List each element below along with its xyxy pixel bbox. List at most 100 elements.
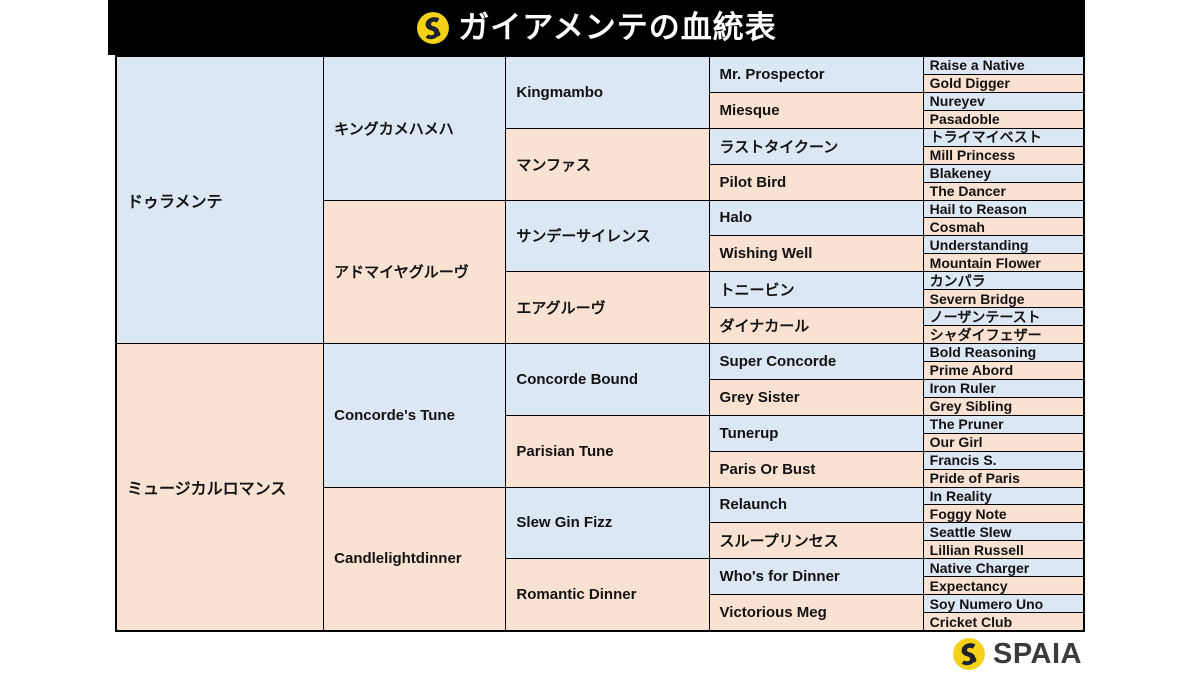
pedigree-cell: ダイナカール <box>709 308 924 344</box>
pedigree-cell: Candlelightdinner <box>324 487 507 630</box>
pedigree-cell: ドゥラメンテ <box>117 57 325 344</box>
pedigree-cell: Hail to Reason <box>923 200 1083 219</box>
pedigree-cell: Pilot Bird <box>709 164 924 201</box>
spaia-swirl-icon <box>952 637 986 671</box>
horse-name: Paris Or Bust <box>719 460 816 478</box>
pedigree-cell: Relaunch <box>709 487 924 524</box>
horse-name: エアグルーヴ <box>516 300 606 318</box>
horse-name: Parisian Tune <box>516 442 614 460</box>
pedigree-cell: Kingmambo <box>506 57 710 129</box>
horse-name: Halo <box>719 209 753 227</box>
horse-name: Mr. Prospector <box>719 65 825 83</box>
pedigree-cell: スループリンセス <box>709 523 924 560</box>
horse-name: Expectancy <box>929 577 1008 594</box>
horse-name: トライマイベスト <box>929 129 1042 146</box>
horse-name: Super Concorde <box>719 352 837 370</box>
horse-name: ミュージカルロマンス <box>127 481 287 498</box>
horse-name: Soy Numero Uno <box>929 595 1044 612</box>
spaia-swirl-icon <box>416 11 450 45</box>
pedigree-cell: Prime Abord <box>923 361 1083 380</box>
horse-name: Mountain Flower <box>929 254 1041 271</box>
pedigree-cell: Victorious Meg <box>709 595 924 630</box>
horse-name: Concorde Bound <box>516 370 639 388</box>
pedigree-cell: Wishing Well <box>709 236 924 273</box>
horse-name: Pasadoble <box>929 111 1000 128</box>
horse-name: Wishing Well <box>719 245 813 263</box>
horse-name: スループリンセス <box>719 533 839 551</box>
horse-name: Tunerup <box>719 424 779 442</box>
horse-name: マンファス <box>516 156 591 174</box>
pedigree-cell: Nureyev <box>923 92 1083 111</box>
generation-4-column: Mr. Prospector Miesque ラストタイクーン Pilot Bird H… <box>709 57 924 630</box>
horse-name: Cosmah <box>929 218 985 235</box>
pedigree-cell: ミュージカルロマンス <box>117 344 325 630</box>
pedigree-cell: Slew Gin Fizz <box>506 487 710 560</box>
horse-name: ドゥラメンテ <box>127 194 223 211</box>
horse-name: Mill Princess <box>929 147 1016 164</box>
pedigree-cell: Mill Princess <box>923 146 1083 165</box>
generation-5-column: Raise a Native Gold Digger Nureyev Pasadobl… <box>923 57 1083 630</box>
brand-name: SPAIA <box>993 637 1082 670</box>
horse-name: Our Girl <box>929 434 983 451</box>
horse-name: Miesque <box>719 101 780 119</box>
pedigree-cell: Paris Or Bust <box>709 451 924 488</box>
pedigree-cell: Concorde Bound <box>506 344 710 416</box>
horse-name: The Pruner <box>929 416 1004 433</box>
pedigree-cell: Seattle Slew <box>923 523 1083 542</box>
horse-name: Concorde's Tune <box>334 406 455 424</box>
pedigree-cell: In Reality <box>923 487 1083 506</box>
pedigree-cell: Miesque <box>709 92 924 129</box>
pedigree-cell: Mountain Flower <box>923 254 1083 273</box>
pedigree-cell: Cricket Club <box>923 613 1083 630</box>
pedigree-cell: キングカメハメハ <box>324 57 507 201</box>
horse-name: Romantic Dinner <box>516 586 637 604</box>
pedigree-cell: カンパラ <box>923 272 1083 291</box>
pedigree-cell: Our Girl <box>923 433 1083 452</box>
pedigree-cell: Romantic Dinner <box>506 559 710 630</box>
pedigree-cell: Lillian Russell <box>923 541 1083 560</box>
pedigree-cell: Raise a Native <box>923 57 1083 75</box>
pedigree-cell: Tunerup <box>709 415 924 452</box>
horse-name: Pride of Paris <box>929 470 1020 487</box>
horse-name: Relaunch <box>719 496 788 514</box>
spaia-footer-logo: SPAIA <box>952 637 1082 671</box>
horse-name: Francis S. <box>929 452 997 469</box>
horse-name: Cricket Club <box>929 613 1013 630</box>
horse-name: Understanding <box>929 236 1029 253</box>
pedigree-table: ドゥラメンテミュージカルロマンス キングカメハメハアドマイヤグルーヴ Concor… <box>115 55 1085 632</box>
generation-1-column: ドゥラメンテミュージカルロマンス <box>117 57 325 630</box>
pedigree-cell: Super Concorde <box>709 344 924 380</box>
horse-name: The Dancer <box>929 183 1006 200</box>
horse-name: Lillian Russell <box>929 541 1024 558</box>
horse-name: Grey Sibling <box>929 398 1013 415</box>
horse-name: Candlelightdinner <box>334 550 462 568</box>
horse-name: In Reality <box>929 487 992 504</box>
horse-name: Foggy Note <box>929 505 1007 522</box>
horse-name: アドマイヤグルーヴ <box>334 264 469 282</box>
horse-name: Grey Sister <box>719 388 800 406</box>
horse-name: ノーザンテースト <box>929 308 1041 325</box>
horse-name: Pilot Bird <box>719 173 787 191</box>
pedigree-cell: Native Charger <box>923 559 1083 578</box>
pedigree-cell: Who's for Dinner <box>709 559 924 596</box>
pedigree-cell: Iron Ruler <box>923 379 1083 398</box>
pedigree-cell: Soy Numero Uno <box>923 595 1083 614</box>
pedigree-cell: Grey Sister <box>709 379 924 416</box>
horse-name: Who's for Dinner <box>719 568 840 586</box>
pedigree-cell: Expectancy <box>923 577 1083 596</box>
horse-name: ラストタイクーン <box>719 138 839 156</box>
pedigree-cell: Blakeney <box>923 164 1083 183</box>
horse-name: Seattle Slew <box>929 523 1012 540</box>
horse-name: Hail to Reason <box>929 200 1027 217</box>
pedigree-cell: Francis S. <box>923 451 1083 470</box>
generation-2-column: キングカメハメハアドマイヤグルーヴ Concorde's Tune Candleli… <box>324 57 507 630</box>
pedigree-cell: サンデーサイレンス <box>506 200 710 273</box>
page-title: ガイアメンテの血統表 <box>458 10 777 45</box>
horse-name: Raise a Native <box>929 57 1025 74</box>
pedigree-cell: Cosmah <box>923 218 1083 237</box>
horse-name: シャダイフェザー <box>929 326 1042 343</box>
pedigree-cell: Foggy Note <box>923 505 1083 524</box>
pedigree-cell: Grey Sibling <box>923 397 1083 416</box>
horse-name: Blakeney <box>929 165 992 182</box>
pedigree-cell: Parisian Tune <box>506 415 710 488</box>
